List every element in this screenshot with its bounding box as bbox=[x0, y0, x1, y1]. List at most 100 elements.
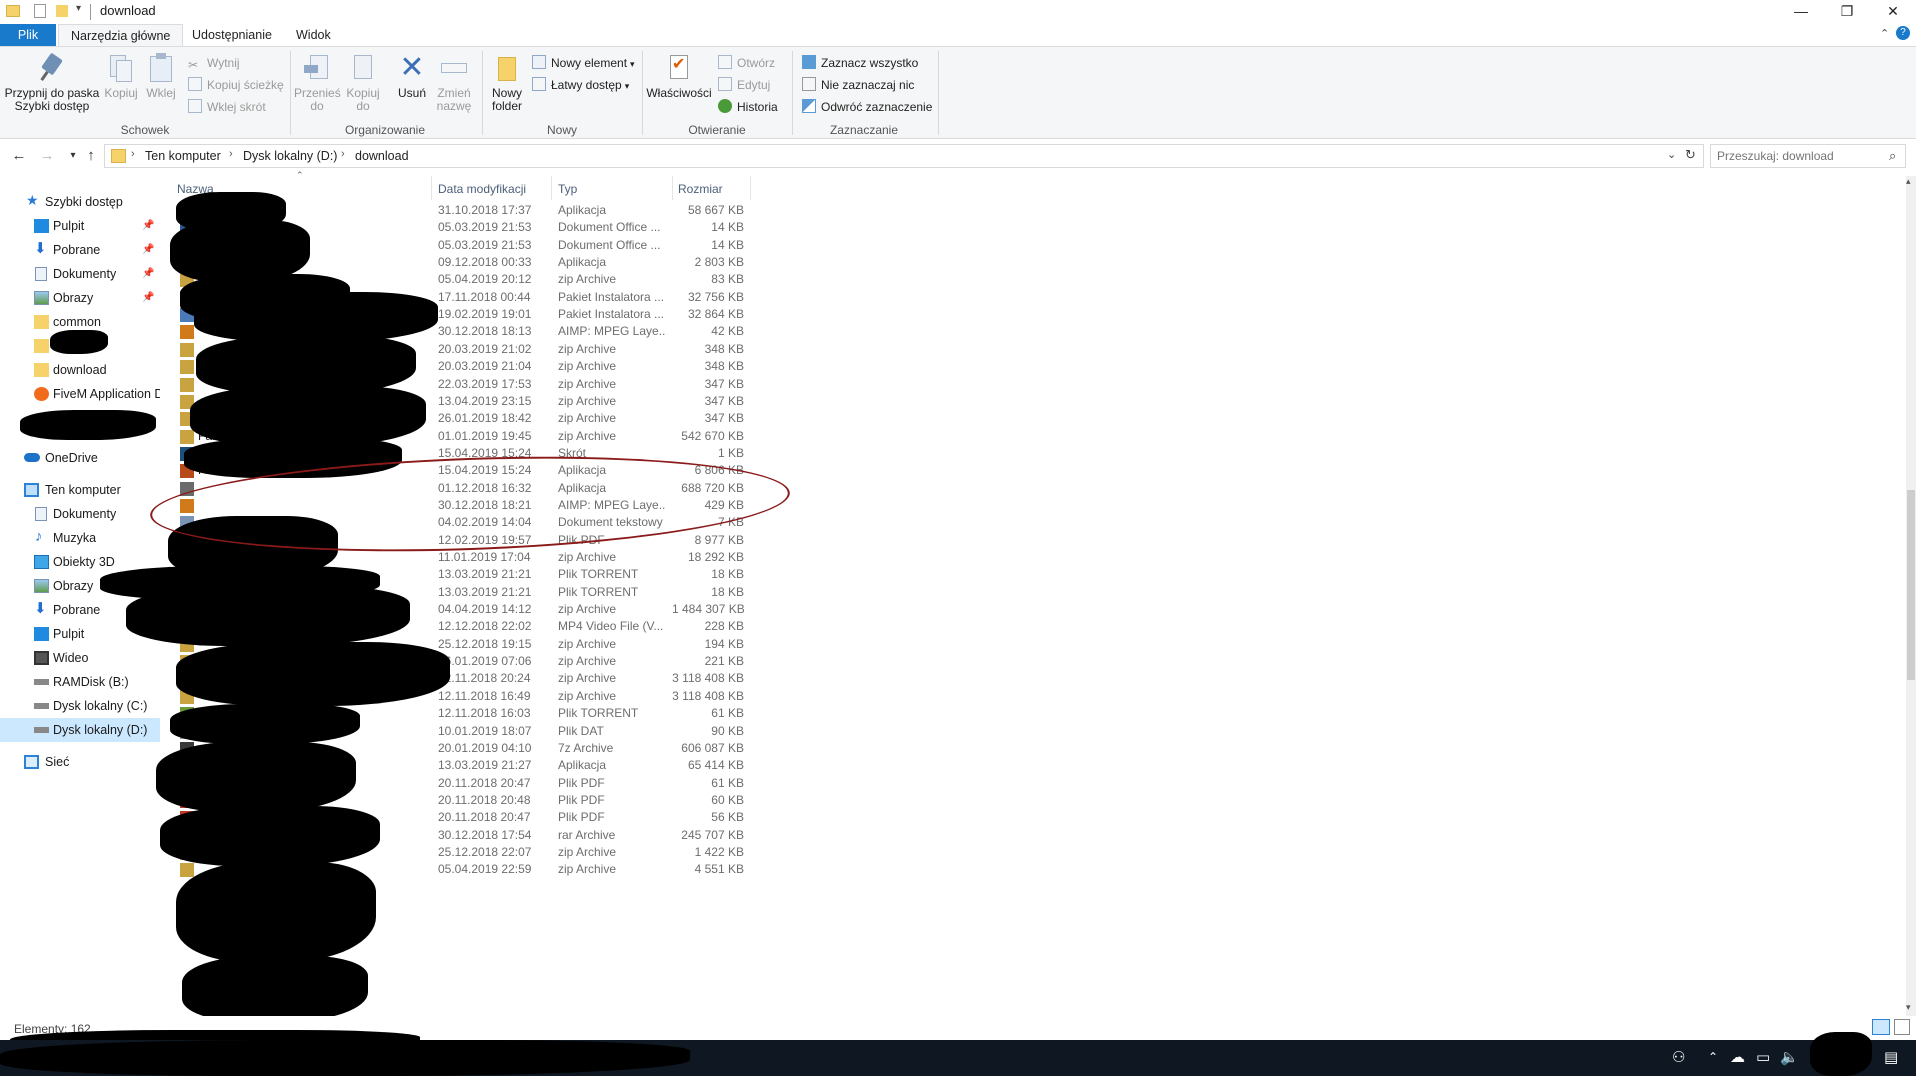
search-box[interactable]: ⌕ bbox=[1710, 144, 1906, 168]
search-input[interactable] bbox=[1711, 145, 1881, 167]
breadcrumb-chevron-icon[interactable]: › bbox=[131, 148, 135, 160]
minimize-button[interactable]: — bbox=[1778, 0, 1824, 24]
nav-quick-download[interactable]: download bbox=[0, 358, 160, 382]
breadcrumb-chevron-icon[interactable]: › bbox=[341, 148, 345, 160]
refresh-icon[interactable]: ↻ bbox=[1685, 147, 1696, 163]
select-none-button[interactable]: Nie zaznaczaj nic bbox=[802, 75, 914, 95]
open-button[interactable]: Otwórz bbox=[718, 53, 775, 73]
new-folder-quick-icon[interactable] bbox=[56, 5, 68, 17]
breadcrumb-this-pc[interactable]: Ten komputer bbox=[145, 149, 221, 163]
maximize-button[interactable]: ❐ bbox=[1824, 0, 1870, 24]
up-button[interactable]: ↑ bbox=[80, 145, 102, 167]
delete-button[interactable]: ✕ Usuń bbox=[392, 53, 432, 100]
paste-button[interactable]: Wklej bbox=[142, 53, 180, 100]
nav-quick-access[interactable]: ★ Szybki dostęp bbox=[0, 190, 160, 214]
column-divider[interactable] bbox=[672, 176, 673, 200]
column-divider[interactable] bbox=[750, 176, 751, 200]
column-header-date[interactable]: Data modyfikacji bbox=[438, 178, 526, 200]
easy-access-button[interactable]: Łatwy dostęp ▾ bbox=[532, 75, 629, 95]
notification-icon[interactable]: ▤ bbox=[1884, 1048, 1898, 1066]
copy-path-button[interactable]: Kopiuj ścieżkę bbox=[188, 75, 284, 95]
tab-home[interactable]: Narzędzia główne bbox=[58, 24, 184, 46]
scrollbar-thumb[interactable] bbox=[1907, 490, 1915, 680]
rename-button[interactable]: Zmień nazwę bbox=[434, 53, 474, 113]
nav-quick-pictures[interactable]: Obrazy 📌 bbox=[0, 286, 160, 310]
nav-item-label: download bbox=[53, 363, 107, 377]
breadcrumb-drive-d[interactable]: Dysk lokalny (D:) bbox=[243, 149, 337, 163]
nav-pc-music[interactable]: ♪ Muzyka bbox=[0, 526, 160, 550]
column-divider[interactable] bbox=[551, 176, 552, 200]
scroll-down-icon[interactable]: ▾ bbox=[1906, 1002, 1911, 1013]
edit-button[interactable]: Edytuj bbox=[718, 75, 770, 95]
cut-button[interactable]: ✂ Wytnij bbox=[188, 53, 240, 73]
address-dropdown-icon[interactable]: ⌄ bbox=[1667, 148, 1676, 161]
details-view-icon[interactable] bbox=[1872, 1019, 1890, 1035]
pictures-icon bbox=[34, 579, 49, 593]
select-all-button[interactable]: Zaznacz wszystko bbox=[802, 53, 918, 73]
tab-view[interactable]: Widok bbox=[284, 24, 343, 46]
forward-button[interactable]: → bbox=[36, 145, 58, 167]
history-button[interactable]: Historia bbox=[718, 97, 778, 117]
address-box[interactable]: › Ten komputer › Dysk lokalny (D:) › dow… bbox=[104, 144, 1704, 168]
properties-quick-icon[interactable] bbox=[34, 4, 46, 18]
pin-icon[interactable]: 📌 bbox=[142, 238, 154, 262]
nav-onedrive[interactable]: OneDrive bbox=[0, 446, 160, 470]
back-button[interactable]: ← bbox=[8, 145, 30, 167]
ribbon-collapse-icon[interactable]: ⌃ bbox=[1880, 27, 1889, 40]
chevron-down-icon: ▾ bbox=[630, 59, 635, 69]
nav-pc-video[interactable]: Wideo bbox=[0, 646, 160, 670]
column-header-type[interactable]: Typ bbox=[558, 178, 577, 200]
nav-pc-drive-d[interactable]: Dysk lokalny (D:) bbox=[0, 718, 160, 742]
help-icon[interactable]: ? bbox=[1896, 26, 1910, 40]
paste-shortcut-button[interactable]: Wklej skrót bbox=[188, 97, 266, 117]
onedrive-tray-icon[interactable]: ☁ bbox=[1730, 1048, 1745, 1066]
nav-this-pc[interactable]: Ten komputer bbox=[0, 478, 160, 502]
pin-icon[interactable]: 📌 bbox=[142, 262, 154, 286]
tray-chevron-icon[interactable]: ⌃ bbox=[1708, 1050, 1718, 1064]
quick-access-dropdown-icon[interactable]: ▾ bbox=[76, 3, 81, 14]
pin-icon[interactable]: 📌 bbox=[142, 214, 154, 238]
copy-button[interactable]: Kopiuj bbox=[102, 53, 140, 100]
rename-icon bbox=[439, 53, 469, 83]
copy-to-label: Kopiuj do bbox=[346, 86, 380, 113]
scroll-up-icon[interactable]: ▴ bbox=[1906, 176, 1911, 187]
people-icon[interactable]: ⚇ bbox=[1672, 1048, 1685, 1066]
edit-label: Edytuj bbox=[737, 78, 771, 92]
nav-pc-ramdisk[interactable]: RAMDisk (B:) bbox=[0, 670, 160, 694]
pin-quick-access-button[interactable]: Przypnij do paska Szybki dostęp bbox=[4, 52, 100, 113]
network-tray-icon[interactable]: ▭ bbox=[1756, 1048, 1770, 1066]
fivem-icon bbox=[34, 387, 49, 401]
pin-icon bbox=[37, 52, 67, 83]
breadcrumb-download[interactable]: download bbox=[355, 149, 409, 163]
properties-button[interactable]: ✔ Właściwości bbox=[646, 53, 712, 100]
group-label-new: Nowy bbox=[546, 123, 577, 137]
volume-icon[interactable]: 🔈 bbox=[1780, 1048, 1799, 1066]
large-icons-view-icon[interactable] bbox=[1894, 1019, 1910, 1035]
new-folder-button[interactable]: Nowy folder bbox=[484, 53, 530, 113]
column-divider[interactable] bbox=[431, 176, 432, 200]
nav-quick-desktop[interactable]: Pulpit 📌 bbox=[0, 214, 160, 238]
folder-icon bbox=[34, 363, 49, 377]
nav-quick-downloads[interactable]: ⬇ Pobrane 📌 bbox=[0, 238, 160, 262]
invert-selection-button[interactable]: Odwróć zaznaczenie bbox=[802, 97, 932, 117]
search-icon[interactable]: ⌕ bbox=[1889, 148, 1896, 164]
breadcrumb-chevron-icon[interactable]: › bbox=[229, 148, 233, 160]
pin-icon[interactable]: 📌 bbox=[142, 286, 154, 310]
nav-quick-fivem[interactable]: FiveM Application D bbox=[0, 382, 160, 406]
tab-file[interactable]: Plik bbox=[0, 24, 56, 46]
desktop-icon bbox=[34, 219, 49, 233]
nav-quick-documents[interactable]: Dokumenty 📌 bbox=[0, 262, 160, 286]
taskbar: ⚇ ⌃ ☁ ▭ 🔈 ▤ bbox=[0, 1032, 1916, 1076]
tab-share[interactable]: Udostępnianie bbox=[180, 24, 284, 46]
close-button[interactable]: ✕ bbox=[1870, 0, 1916, 24]
nav-pc-drive-c[interactable]: Dysk lokalny (C:) bbox=[0, 694, 160, 718]
new-item-button[interactable]: Nowy element ▾ bbox=[532, 53, 635, 73]
scissors-icon: ✂ bbox=[188, 58, 199, 72]
column-header-size[interactable]: Rozmiar bbox=[678, 178, 723, 200]
move-to-button[interactable]: Przenieś do bbox=[294, 53, 341, 113]
nav-network[interactable]: Sieć bbox=[0, 750, 160, 774]
copy-to-button[interactable]: Kopiuj do bbox=[342, 53, 384, 113]
redaction-mark bbox=[176, 642, 450, 706]
nav-pc-documents[interactable]: Dokumenty bbox=[0, 502, 160, 526]
redaction-mark bbox=[0, 1040, 690, 1076]
